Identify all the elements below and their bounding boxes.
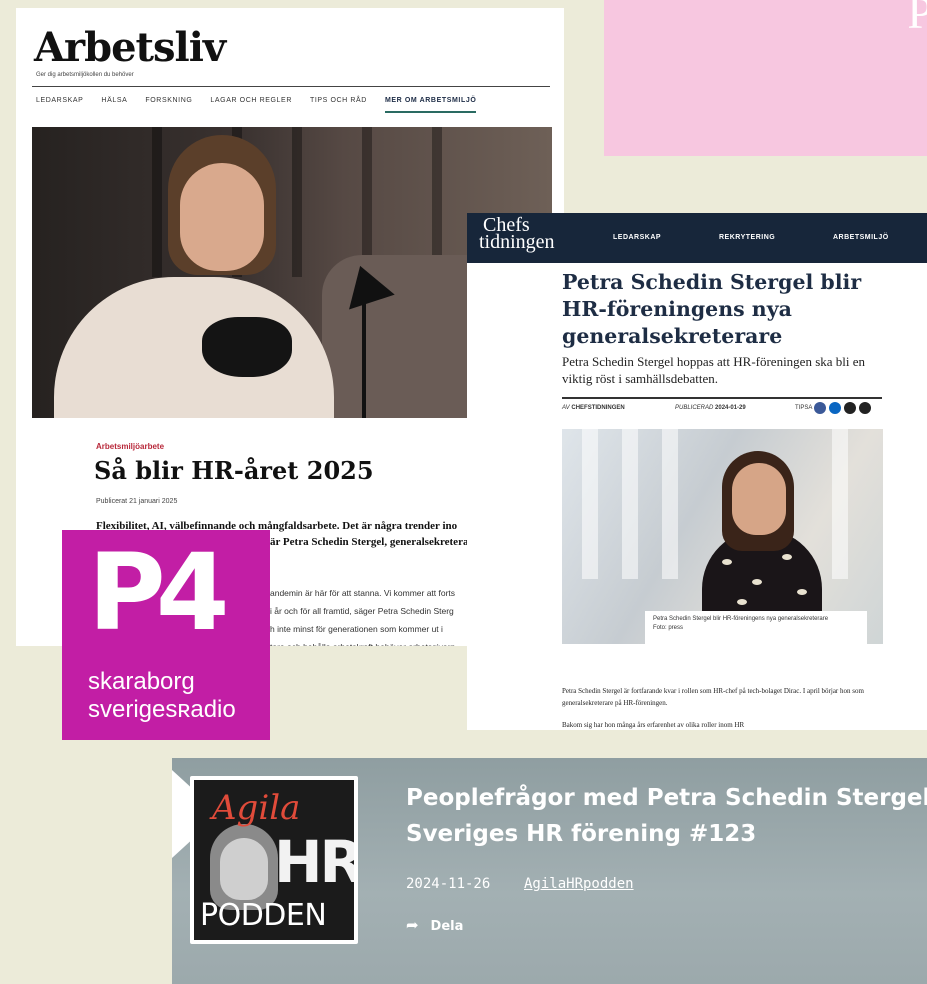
arbetsliv-published: Publicerat 21 januari 2025 [96,498,178,505]
chefstidningen-article: Chefs tidningen LEDARSKAP REKRYTERING AR… [467,213,927,730]
chefs-headline: Petra Schedin Stergel blir HR-föreningen… [562,270,862,348]
chefs-caption-line: Petra Schedin Stergel blir HR-föreningen… [653,616,829,622]
arbetsliv-tagline: Ger dig arbetsmiljökollen du behöver [36,72,134,78]
link-icon[interactable] [859,402,871,414]
dress-pattern [722,559,732,565]
arbetsliv-logo[interactable]: Arbetsliv [34,24,226,71]
p4-logo-line1: skaraborg [88,668,195,695]
curtain-fold [292,127,302,277]
email-icon[interactable] [844,402,856,414]
chefs-caption-credit: Foto: press [653,625,684,631]
chefs-subhead: Petra Schedin Stergel hoppas att HR-före… [562,354,866,386]
podcast-episode-title: Peoplefrågor med Petra Schedin Stergel- … [406,780,927,852]
chefs-photo-caption: Petra Schedin Stergel blir HR-föreningen… [645,611,867,645]
arbetsliv-divider [32,86,550,87]
arbetsliv-nav-lagar[interactable]: LAGAR OCH REGLER [210,97,292,113]
dress-pattern [737,599,747,605]
cover-title-top: Agila [212,788,301,828]
chefs-nav-ledarskap[interactable]: LEDARSKAP [613,234,661,241]
pink-card: P [604,0,927,156]
person-face [180,163,264,271]
person-bow [202,317,292,377]
podcast-title-line: Sveriges HR förening #123 [406,821,757,847]
cover-title-mid: HR [274,828,354,896]
podcast-cover-art: Agila HR PODDEN [194,780,354,940]
chefs-divider [562,397,882,399]
chefs-published-value: 2024-01-29 [715,405,746,411]
chefstidningen-header: Chefs tidningen LEDARSKAP REKRYTERING AR… [467,213,927,263]
cover-person-face [220,838,268,900]
podcast-channel-link[interactable]: AgilaHRpodden [524,876,634,892]
facebook-icon[interactable] [814,402,826,414]
chefs-published-label: PUBLICERAD [675,405,714,411]
arbetsliv-kicker[interactable]: Arbetsmiljöarbete [96,442,164,451]
share-label: Dela [430,919,464,934]
share-button[interactable]: ➦ Dela [406,916,463,934]
dress-pattern [752,579,762,585]
linkedin-icon[interactable] [829,402,841,414]
chefs-byline: AV CHEFSTIDNINGEN [562,405,625,411]
arbetsliv-nav-halsa[interactable]: HÄLSA [101,97,127,113]
dress-pattern [797,589,807,595]
arbetsliv-headline: Så blir HR-året 2025 [94,456,374,485]
arbetsliv-nav: LEDARSKAP HÄLSA FORSKNING LAGAR OCH REGL… [36,97,494,113]
chefs-body-paragraph-2: Bakom sig har hon många års erfarenhet a… [562,721,745,729]
podcast-episode-banner: Agila HR PODDEN Peoplefrågor med Petra S… [172,758,927,984]
podcast-title-line: Peoplefrågor med Petra Schedin Stergel- [406,785,927,811]
pink-card-glyph: P [907,0,927,38]
p4-logo-line2: sverigesʀadio [88,696,236,723]
window-column [582,429,598,579]
lamp-pole [362,292,366,418]
share-arrow-icon: ➦ [406,916,419,934]
curtain-fold [152,127,162,277]
chefs-body-paragraph: Petra Schedin Stergel är fortfarande kva… [562,687,864,707]
podcast-cover[interactable]: Agila HR PODDEN [190,776,358,944]
arbetsliv-nav-tips[interactable]: TIPS OCH RÅD [310,97,367,113]
cover-title-bottom: PODDEN [200,898,327,933]
arbetsliv-nav-ledarskap[interactable]: LEDARSKAP [36,97,83,113]
dress-pattern [782,554,792,560]
chefs-nav-arbetsmiljo[interactable]: ARBETSMILJÖ [833,234,889,241]
arbetsliv-nav-mer[interactable]: MER OM ARBETSMILJÖ [384,97,477,113]
p4-logo-mark: P4 [88,531,229,654]
p4-skaraborg-logo: P4 skaraborg sverigesʀadio [62,530,270,740]
window-column [622,429,638,579]
chefs-tips-label: TIPSA [795,405,813,411]
arbetsliv-nav-forskning[interactable]: FORSKNING [145,97,192,113]
chefs-byline-value: CHEFSTIDNINGEN [571,405,625,411]
chefs-nav-rekrytering[interactable]: REKRYTERING [719,234,775,241]
chefs-byline-label: AV [562,405,570,411]
person-face [732,463,786,535]
podcast-date: 2024-11-26 [406,876,491,892]
chefstidningen-logo-line2[interactable]: tidningen [479,232,555,252]
window-column [832,429,848,579]
person-blouse [54,277,334,418]
window-column [662,429,678,579]
chefs-published: PUBLICERAD 2024-01-29 [675,405,746,411]
chefs-share-icons [814,402,871,414]
